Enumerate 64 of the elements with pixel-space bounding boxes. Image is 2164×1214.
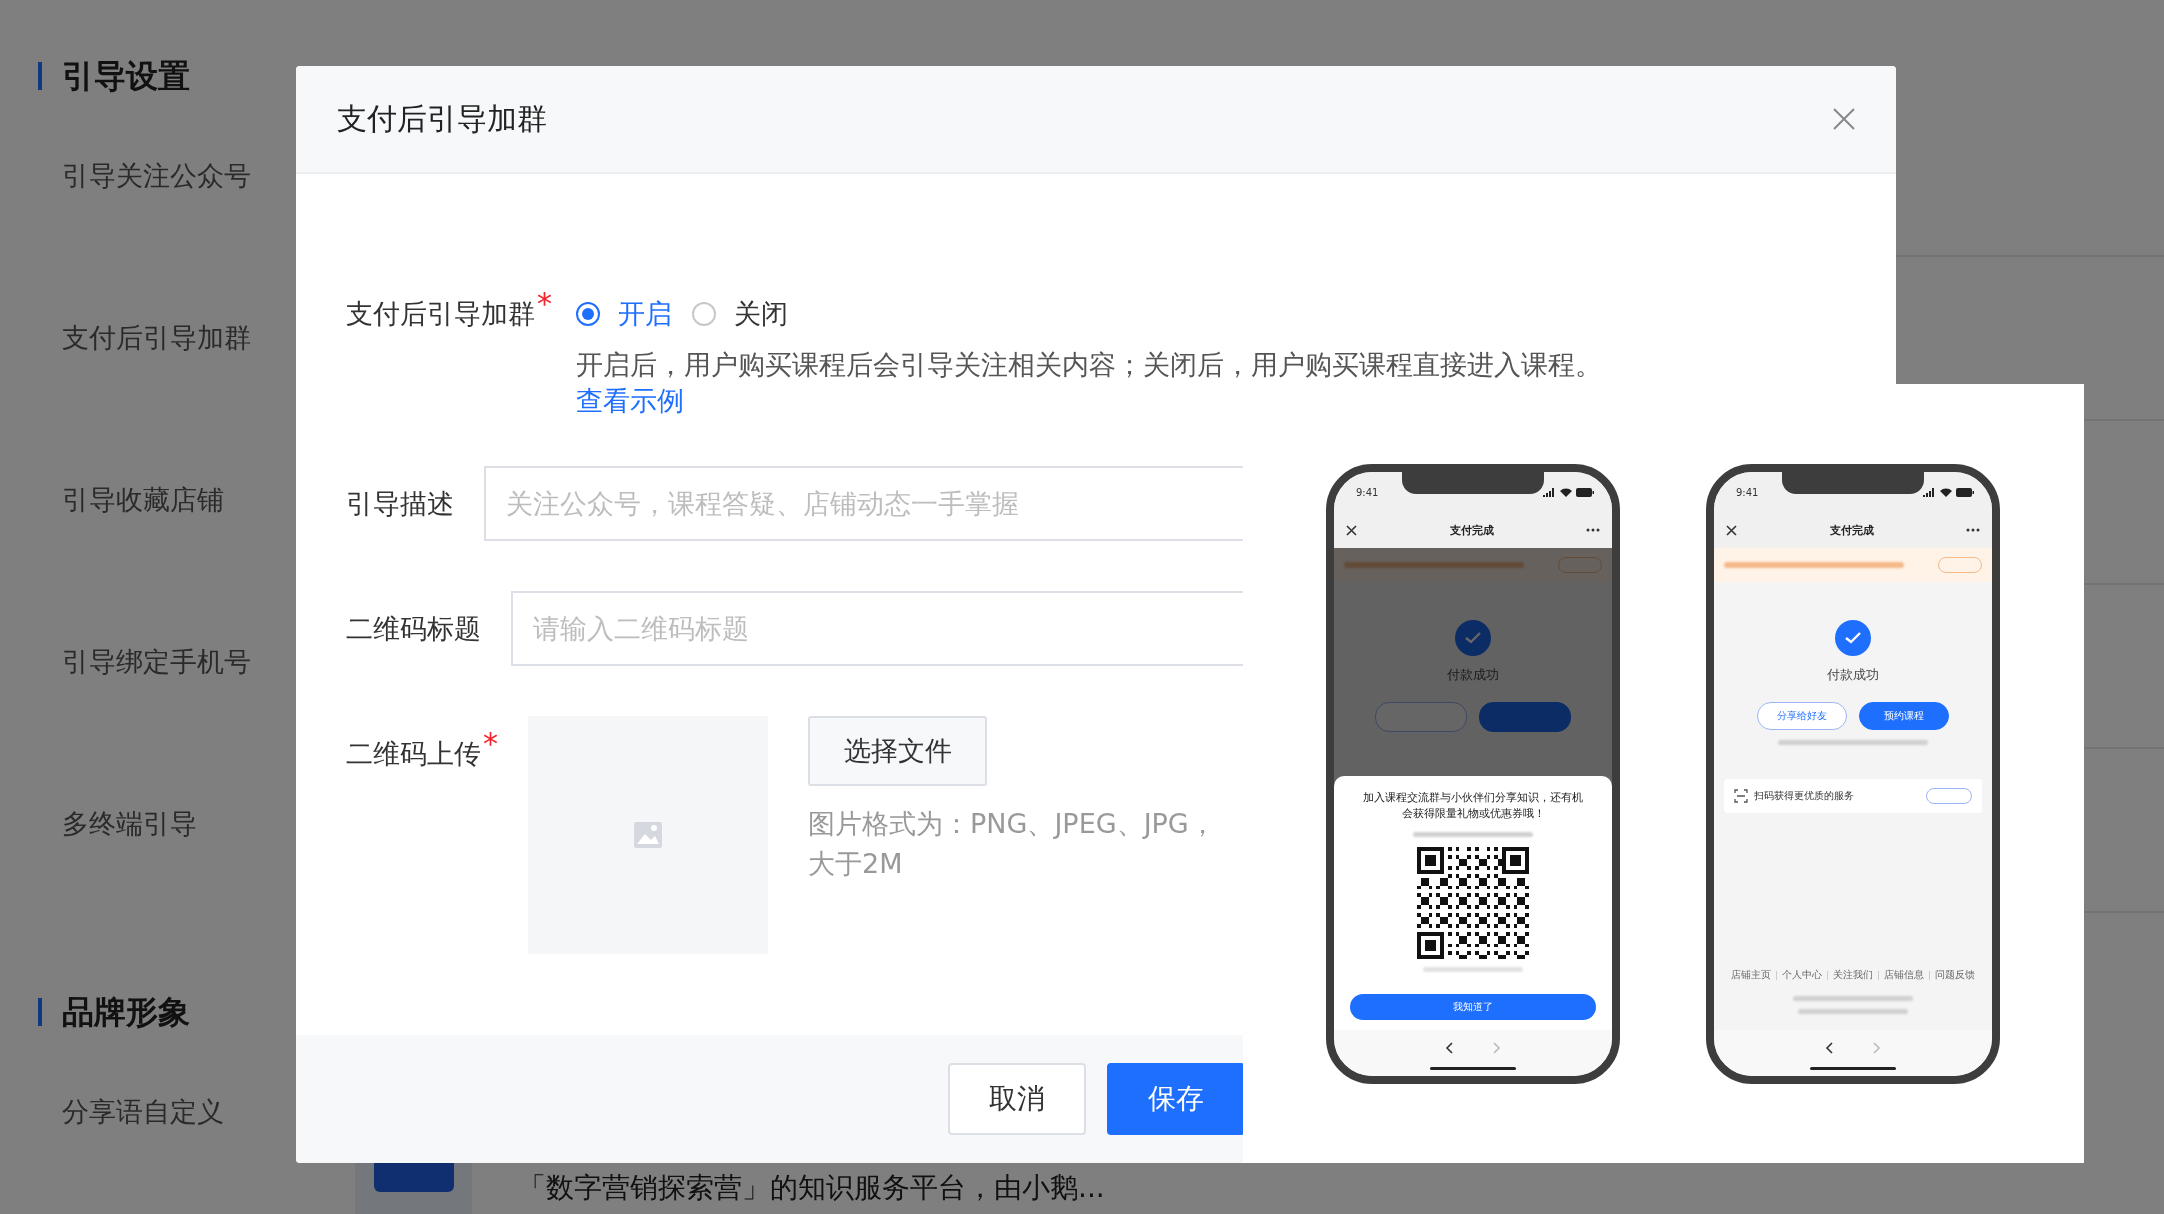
page-title: 支付完成 [1449, 522, 1494, 538]
back-icon [1825, 1042, 1833, 1054]
required-mark: * [537, 286, 552, 322]
wifi-icon [1940, 487, 1952, 497]
radio-label[interactable]: 关闭 [734, 296, 788, 332]
page-title: 支付完成 [1829, 522, 1874, 538]
status-time: 9:41 [1356, 486, 1379, 498]
cancel-button[interactable]: 取消 [947, 1063, 1086, 1135]
footer-link[interactable]: 个人中心 [1782, 968, 1822, 982]
hint-text: 大于2M [808, 847, 904, 881]
status-text: 付款成功 [1827, 666, 1879, 684]
status-time: 9:41 [1736, 486, 1759, 498]
confirm-button[interactable]: 我知道了 [1350, 994, 1596, 1020]
example-link[interactable]: 查看示例 [576, 383, 684, 419]
back-icon [1445, 1042, 1453, 1054]
radio-button[interactable] [576, 302, 600, 326]
footer-link[interactable]: 问题反馈 [1935, 968, 1975, 982]
field-label: 二维码标题 [346, 612, 481, 646]
footer-link[interactable]: 关注我们 [1833, 968, 1873, 982]
field-label: 引导描述 [346, 487, 454, 521]
sidebar-item[interactable]: 分享语自定义 [62, 1094, 296, 1130]
dialog-title: 支付后引导加群 [337, 99, 547, 138]
close-icon [1346, 524, 1357, 536]
section-title: 品牌形象 [62, 992, 190, 1032]
signal-icon [1543, 487, 1556, 497]
book-course-button[interactable]: 预约课程 [1859, 702, 1949, 730]
close-icon [1726, 524, 1737, 536]
image-icon [633, 821, 663, 849]
more-icon [1966, 528, 1980, 532]
field-label: 二维码上传 [346, 737, 481, 771]
check-mark-icon [1465, 632, 1481, 644]
check-mark-icon [1845, 632, 1861, 644]
description-text: 「数字营销探索营」的知识服务平台，由小鹅... [518, 1170, 1105, 1206]
signal-icon [1923, 487, 1936, 497]
scan-icon [1734, 789, 1748, 803]
hint-text: 图片格式为：PNG、JPEG、JPG， [808, 807, 1216, 841]
sidebar-item[interactable]: 引导绑定手机号 [62, 644, 296, 680]
choose-file-button[interactable]: 选择文件 [808, 716, 987, 786]
wifi-icon [1560, 487, 1572, 497]
footer-link[interactable]: 店铺主页 [1731, 968, 1771, 982]
section-marker [38, 998, 42, 1026]
status-text: 付款成功 [1447, 666, 1499, 684]
field-label: 支付后引导加群 [346, 297, 535, 331]
section-marker [38, 62, 42, 90]
sidebar-item[interactable]: 引导收藏店铺 [62, 482, 296, 518]
sidebar-item[interactable]: 引导关注公众号 [62, 158, 296, 194]
close-icon[interactable] [1832, 107, 1856, 131]
sidebar-item[interactable]: 多终端引导 [62, 806, 296, 842]
save-button[interactable]: 保存 [1106, 1063, 1245, 1135]
service-text: 扫码获得更优质的服务 [1754, 789, 1855, 803]
battery-icon [1956, 487, 1974, 497]
share-button[interactable]: 分享给好友 [1757, 702, 1847, 730]
forward-icon [1873, 1042, 1881, 1054]
battery-icon [1576, 487, 1594, 497]
radio-label[interactable]: 开启 [618, 296, 672, 332]
popup-message: 加入课程交流群与小伙伴们分享知识，还有机会获得限量礼物或优惠券哦！ [1362, 790, 1584, 822]
sidebar-item[interactable]: 支付后引导加群 [62, 320, 296, 356]
more-icon [1586, 528, 1600, 532]
section-title: 引导设置 [62, 56, 190, 96]
help-text: 开启后，用户购买课程后会引导关注相关内容；关闭后，用户购买课程直接进入课程。 [576, 348, 1602, 382]
required-mark: * [483, 725, 498, 763]
forward-icon [1493, 1042, 1501, 1054]
radio-button[interactable] [692, 302, 716, 326]
footer-link[interactable]: 店铺信息 [1884, 968, 1924, 982]
